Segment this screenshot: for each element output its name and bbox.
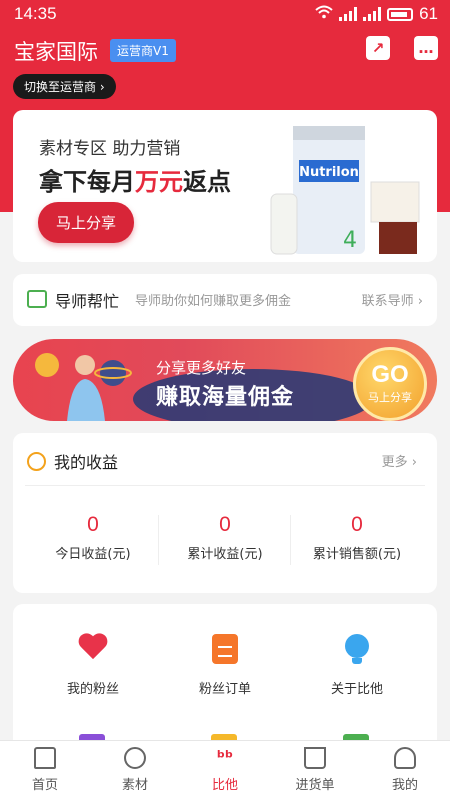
- banner-subtitle: 素材专区 助力营销: [39, 139, 181, 159]
- status-icons: 61: [315, 4, 438, 24]
- battery-level: 61: [419, 4, 438, 23]
- grid-item-fans[interactable]: 我的粉丝: [23, 634, 163, 697]
- my-income-card: 我的收益 更多 › 0 今日收益(元) 0 累计收益(元) 0 累计销售额(元): [13, 433, 437, 593]
- message-icon[interactable]: …: [414, 36, 438, 60]
- tab-bita[interactable]: ᵇᵇ 比他: [180, 741, 270, 800]
- tab-mine[interactable]: 我的: [360, 741, 450, 800]
- promo-line2: 赚取海量佣金: [156, 385, 295, 410]
- svg-text:4: 4: [343, 228, 357, 253]
- status-bar: 14:35 61: [0, 0, 450, 28]
- wifi-icon: [315, 4, 333, 24]
- stat-total-sales[interactable]: 0 累计销售额(元): [287, 513, 427, 562]
- chat-icon: [27, 285, 47, 308]
- promo-banner[interactable]: 素材专区 助力营销 拿下每月万元返点 马上分享 Nutrilon 4: [13, 110, 437, 262]
- page-title: 宝家国际: [14, 40, 98, 64]
- promo-illustration: [35, 353, 132, 421]
- stat-total-income[interactable]: 0 累计收益(元): [155, 513, 295, 562]
- home-icon: [34, 747, 56, 769]
- user-icon: [394, 747, 416, 769]
- income-more-link[interactable]: 更多 ›: [382, 451, 417, 470]
- income-title: 我的收益: [54, 453, 119, 472]
- tutor-label: 导师帮忙: [55, 292, 120, 311]
- signal-icon: [339, 7, 358, 21]
- tab-materials[interactable]: 素材: [90, 741, 180, 800]
- product-image: Nutrilon 4: [270, 126, 420, 255]
- go-share-button[interactable]: GO 马上分享: [353, 347, 427, 421]
- share-icon[interactable]: ↗: [366, 36, 390, 60]
- app-header: 宝家国际 运营商V1 ↗ …: [0, 30, 450, 70]
- product-brand-text: Nutrilon: [299, 165, 359, 180]
- tutor-help-row[interactable]: 导师帮忙 导师助你如何赚取更多佣金 联系导师 ›: [13, 274, 437, 326]
- banner-headline: 拿下每月万元返点: [39, 168, 231, 196]
- share-now-button[interactable]: 马上分享: [38, 202, 135, 243]
- document-icon: [212, 634, 238, 664]
- grid-item-fan-orders[interactable]: 粉丝订单: [155, 634, 295, 697]
- cart-icon: [304, 747, 326, 769]
- heart-icon: [78, 634, 108, 664]
- planet-icon: [124, 747, 146, 769]
- bottom-tab-bar: 首页 素材 ᵇᵇ 比他 进货单 我的: [0, 740, 450, 800]
- bita-logo-icon: ᵇᵇ: [216, 748, 234, 768]
- signal-4g-icon: [363, 7, 382, 21]
- promo-line1: 分享更多好友: [156, 359, 247, 377]
- tab-cart[interactable]: 进货单: [270, 741, 360, 800]
- status-time: 14:35: [14, 4, 57, 23]
- tab-home[interactable]: 首页: [0, 741, 90, 800]
- share-promo-banner[interactable]: 分享更多好友 赚取海量佣金 GO 马上分享: [13, 335, 437, 423]
- switch-operator-button[interactable]: 切换至运营商 ›: [13, 74, 116, 99]
- lightbulb-icon: [345, 634, 369, 664]
- battery-icon: [387, 7, 414, 21]
- trend-icon: [27, 452, 46, 471]
- operator-badge[interactable]: 运营商V1: [110, 39, 176, 62]
- promo-pill: 分享更多好友 赚取海量佣金 GO 马上分享: [13, 339, 437, 421]
- divider: [25, 485, 425, 486]
- contact-tutor-link[interactable]: 联系导师 ›: [362, 290, 423, 309]
- tutor-description: 导师助你如何赚取更多佣金: [135, 294, 292, 309]
- stat-today[interactable]: 0 今日收益(元): [23, 513, 163, 562]
- grid-item-about[interactable]: 关于比他: [287, 634, 427, 697]
